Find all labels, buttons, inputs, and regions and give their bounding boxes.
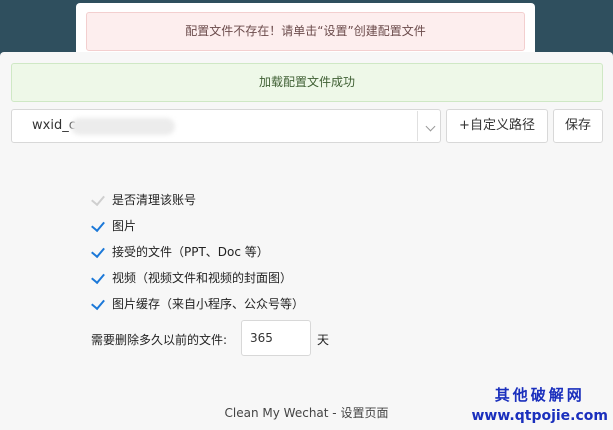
save-button[interactable]: 保存 (553, 109, 603, 143)
redacted-mask (71, 118, 175, 135)
custom-path-button[interactable]: +自定义路径 (446, 109, 548, 143)
days-label: 需要删除多久以前的文件: (91, 333, 228, 347)
check-icon (91, 243, 105, 259)
select-divider (417, 111, 418, 141)
path-value: wxid_c (32, 118, 76, 133)
days-input[interactable]: 365 (241, 320, 311, 356)
path-row: wxid_c +自定义路径 保存 (11, 109, 603, 143)
config-loaded-alert: 加载配置文件成功 (11, 63, 603, 102)
check-icon (91, 295, 105, 311)
watermark-line1: 其他破解网 (494, 386, 585, 404)
option-received-files[interactable]: 接受的文件（PPT、Doc 等） (91, 242, 391, 262)
option-videos[interactable]: 视频（视频文件和视频的封面图） (91, 268, 391, 288)
settings-dialog: 加载配置文件成功 wxid_c +自定义路径 保存 是否清理该账号 图片 接受的… (0, 52, 613, 430)
check-icon (91, 191, 105, 207)
check-icon (91, 269, 105, 285)
chevron-down-icon[interactable] (425, 121, 436, 132)
config-missing-alert: 配置文件不存在！请单击“设置”创建配置文件 (86, 12, 525, 51)
option-image-cache[interactable]: 图片缓存（来自小程序、公众号等） (91, 294, 391, 314)
check-icon (91, 217, 105, 233)
wechat-path-select[interactable]: wxid_c (11, 109, 441, 143)
days-unit: 天 (317, 333, 330, 347)
option-clean-account[interactable]: 是否清理该账号 (91, 190, 391, 210)
watermark-line2: www.qtpojie.com (471, 408, 609, 424)
watermark: 其他破解网 www.qtpojie.com (472, 384, 609, 424)
option-images[interactable]: 图片 (91, 216, 391, 236)
